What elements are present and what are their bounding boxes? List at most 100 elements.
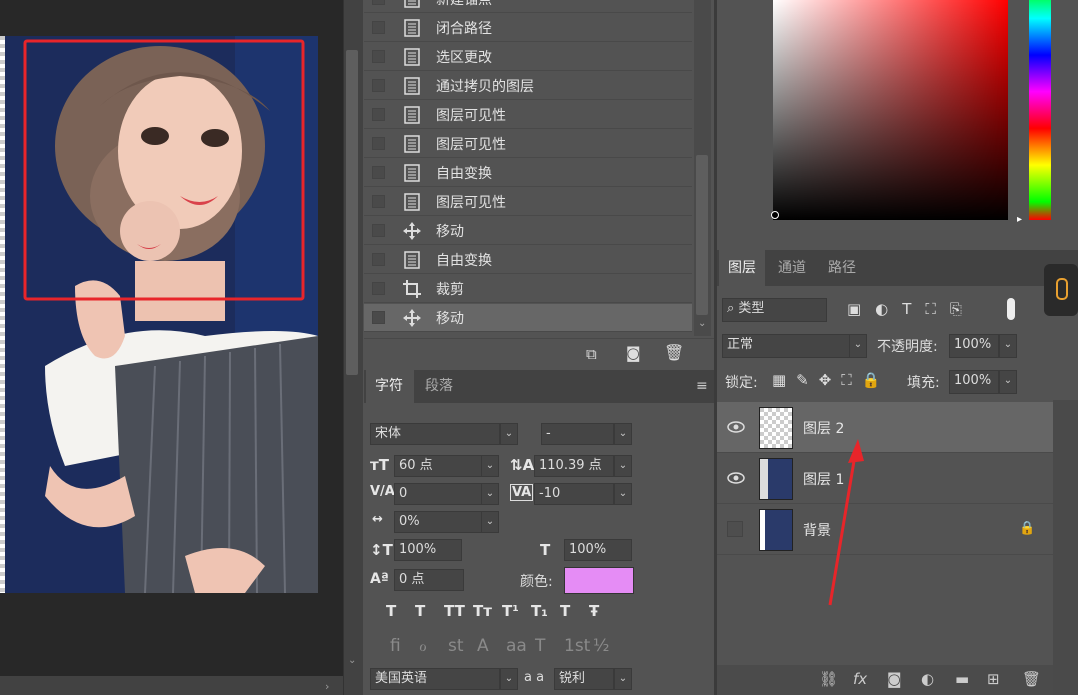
history-checkbox[interactable] (372, 311, 385, 324)
chevron-down-icon[interactable]: ⌄ (500, 668, 518, 690)
font-style-field[interactable]: - (541, 423, 614, 445)
new-document-from-state-icon[interactable]: ⧉ (586, 345, 597, 363)
history-item[interactable]: 移动 (364, 304, 692, 332)
history-scroll-thumb[interactable] (696, 155, 708, 315)
lock-icons[interactable]: ▦✎✥⛶🔒 (772, 371, 891, 389)
history-checkbox[interactable] (372, 166, 385, 179)
style-button-3[interactable]: Tт (473, 602, 492, 620)
chevron-down-icon[interactable]: ⌄ (500, 423, 518, 445)
panel-menu-icon[interactable]: ≡ (696, 378, 708, 394)
horizontal-scrollbar[interactable] (0, 676, 343, 695)
tab-channels[interactable]: 通道 (769, 250, 815, 286)
history-item[interactable]: 图层可见性 (364, 130, 692, 158)
folder-icon[interactable]: ▬ (955, 670, 969, 688)
link-icon[interactable]: ⛓ (819, 670, 838, 688)
chevron-down-icon[interactable]: ⌄ (481, 455, 499, 477)
tab-paragraph[interactable]: 段落 (416, 370, 464, 403)
kerning-field[interactable]: 0 (394, 483, 482, 505)
opentype-button-4[interactable]: aa (506, 636, 527, 656)
style-button-6[interactable]: T (560, 602, 570, 620)
opacity-field[interactable]: 100% (949, 334, 999, 358)
opentype-button-7[interactable]: ½ (593, 636, 609, 656)
history-item[interactable]: 移动 (364, 217, 692, 245)
mask-icon[interactable]: ◙ (887, 670, 902, 688)
tracking-field[interactable]: -10 (534, 483, 614, 505)
color-picker-handle[interactable] (771, 211, 779, 219)
chevron-down-icon[interactable]: ⌄ (481, 511, 499, 533)
style-button-5[interactable]: T₁ (531, 602, 548, 620)
style-button-4[interactable]: T¹ (502, 602, 519, 620)
chevron-down-icon[interactable]: ⌄ (999, 334, 1017, 358)
opentype-button-6[interactable]: 1st (564, 636, 590, 656)
scroll-down-icon[interactable]: ⌄ (348, 655, 356, 666)
chevron-down-icon[interactable]: ⌄ (614, 423, 632, 445)
layer-filter-kind[interactable]: ⌕ 类型 (722, 298, 827, 322)
leading-field[interactable]: 110.39 点 (534, 455, 614, 477)
layer-row[interactable]: 图层 1 (717, 453, 1053, 504)
eye-icon[interactable] (727, 419, 745, 433)
history-checkbox[interactable] (372, 224, 385, 237)
scale-shift-field[interactable]: 0% (394, 511, 482, 533)
history-checkbox[interactable] (372, 195, 385, 208)
history-item[interactable]: 闭合路径 (364, 14, 692, 42)
document-photo[interactable] (5, 36, 318, 593)
history-checkbox[interactable] (372, 108, 385, 121)
tab-character[interactable]: 字符 (366, 370, 414, 403)
tab-layers[interactable]: 图层 (719, 250, 765, 286)
layer-row[interactable]: 图层 2 (717, 402, 1053, 453)
trash-icon[interactable]: 🗑 (1022, 670, 1041, 688)
font-size-field[interactable]: 60 点 (394, 455, 482, 477)
fill-field[interactable]: 100% (949, 370, 999, 394)
color-field[interactable] (773, 0, 1008, 220)
history-checkbox[interactable] (372, 21, 385, 34)
chevron-down-icon[interactable]: ⌄ (614, 455, 632, 477)
style-button-0[interactable]: T (386, 602, 396, 620)
eye-icon[interactable] (727, 470, 745, 484)
history-item[interactable]: 新建锚点 (364, 0, 692, 13)
hue-slider-handle[interactable]: ▸ (1017, 214, 1022, 225)
opentype-button-1[interactable]: ℴ (419, 636, 427, 656)
style-button-1[interactable]: T (415, 602, 425, 620)
history-checkbox[interactable] (372, 253, 385, 266)
history-item[interactable]: 裁剪 (364, 275, 692, 303)
history-scroll-down-icon[interactable]: ⌄ (698, 318, 706, 329)
language-field[interactable]: 美国英语 (370, 668, 500, 690)
fx-icon[interactable]: fx (853, 670, 867, 688)
opentype-button-3[interactable]: A (477, 636, 489, 656)
history-item[interactable]: 自由变换 (364, 246, 692, 274)
history-item[interactable]: 自由变换 (364, 159, 692, 187)
history-checkbox[interactable] (372, 137, 385, 150)
chevron-down-icon[interactable]: ⌄ (614, 483, 632, 505)
vertical-scale-field[interactable]: 100% (394, 539, 462, 561)
camera-snapshot-icon[interactable]: ◙ (626, 344, 641, 362)
chevron-down-icon[interactable]: ⌄ (614, 668, 632, 690)
history-item[interactable]: 图层可见性 (364, 188, 692, 216)
history-item[interactable]: 图层可见性 (364, 101, 692, 129)
style-button-2[interactable]: TT (444, 602, 465, 620)
layers-scrollbar[interactable] (1053, 400, 1078, 695)
font-family-field[interactable]: 宋体 (370, 423, 500, 445)
lock-icon[interactable]: 🔒 (1019, 521, 1035, 536)
opentype-button-2[interactable]: st (448, 636, 464, 656)
tab-paths[interactable]: 路径 (819, 250, 865, 286)
new-layer-icon[interactable]: ⊞ (987, 670, 1000, 688)
history-checkbox[interactable] (372, 282, 385, 295)
visibility-toggle[interactable] (727, 521, 745, 537)
adjustment-icon[interactable]: ◐ (921, 670, 934, 688)
chevron-down-icon[interactable]: ⌄ (849, 334, 867, 358)
scroll-right-icon[interactable]: › (325, 680, 329, 693)
style-button-7[interactable]: Ŧ (589, 602, 599, 620)
chevron-down-icon[interactable]: ⌄ (481, 483, 499, 505)
opentype-button-0[interactable]: fi (390, 636, 401, 656)
history-checkbox[interactable] (372, 50, 385, 63)
text-color-swatch[interactable] (564, 567, 634, 594)
floating-widget[interactable] (1044, 264, 1078, 316)
hue-slider[interactable] (1029, 0, 1051, 220)
horizontal-scale-field[interactable]: 100% (564, 539, 632, 561)
layer-filter-icons[interactable]: ▣◐T⛶⎘ (847, 300, 976, 318)
canvas-scroll-thumb[interactable] (346, 50, 358, 375)
history-checkbox[interactable] (372, 0, 385, 5)
layer-row[interactable]: 背景 🔒 (717, 504, 1053, 555)
trash-icon[interactable]: 🗑 (664, 343, 684, 362)
history-item[interactable]: 选区更改 (364, 43, 692, 71)
